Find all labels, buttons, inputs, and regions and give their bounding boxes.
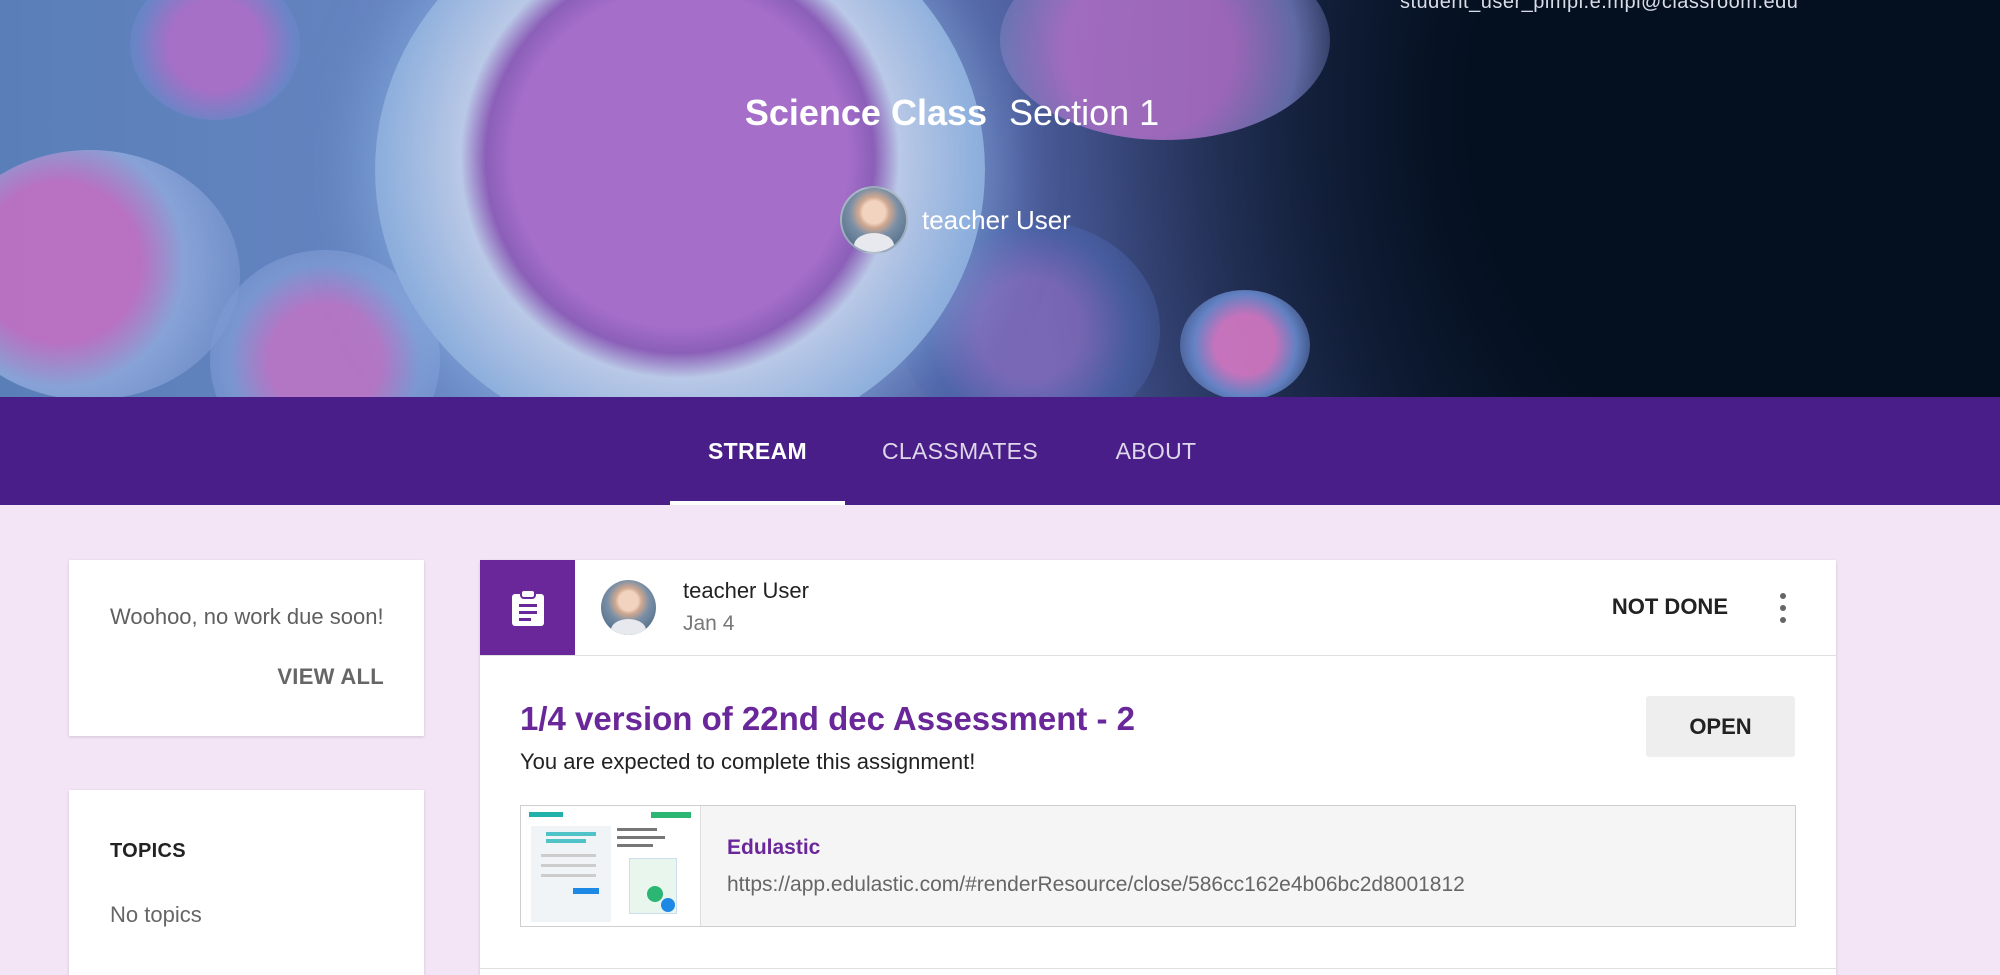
teacher-avatar	[840, 186, 908, 254]
assignment-description: You are expected to complete this assign…	[520, 749, 976, 774]
banner-cell-decoration	[0, 150, 240, 397]
class-teacher: teacher User	[840, 186, 1071, 254]
class-section: Section 1	[1009, 92, 1160, 133]
view-all-link[interactable]: VIEW ALL	[277, 664, 384, 690]
topics-empty: No topics	[110, 902, 202, 927]
class-nav: STREAM CLASSMATES ABOUT	[0, 397, 2000, 505]
banner-cell-decoration	[1180, 290, 1310, 397]
assignment-post: teacher User Jan 4 NOT DONE 1/4 version …	[480, 560, 1836, 975]
divider	[480, 968, 1836, 969]
post-author: teacher User	[683, 578, 809, 603]
attachment-name[interactable]: Edulastic	[727, 836, 820, 860]
class-title: Science Class Section 1	[0, 92, 1904, 134]
post-author-avatar	[601, 580, 656, 635]
topics-heading: TOPICS	[110, 840, 186, 862]
post-date: Jan 4	[683, 612, 735, 635]
open-button[interactable]: OPEN	[1646, 696, 1795, 757]
attachment-url[interactable]: https://app.edulastic.com/#renderResourc…	[727, 873, 1465, 897]
assignment-title[interactable]: 1/4 version of 22nd dec Assessment - 2	[520, 700, 1135, 738]
divider	[480, 655, 1836, 656]
tab-classmates[interactable]: CLASSMATES	[865, 397, 1055, 505]
tab-stream[interactable]: STREAM	[670, 397, 845, 505]
assignment-icon	[480, 560, 575, 655]
class-name: Science Class	[744, 92, 988, 133]
attachment-thumbnail	[521, 806, 701, 926]
status-badge: NOT DONE	[1611, 594, 1728, 619]
teacher-name: teacher User	[922, 204, 1071, 235]
class-banner: student_user_pimpl.e.mpl@classroom.edu S…	[0, 0, 2000, 397]
account-email[interactable]: student_user_pimpl.e.mpl@classroom.edu	[1400, 0, 1798, 14]
tab-about[interactable]: ABOUT	[1100, 397, 1212, 505]
upcoming-card: Woohoo, no work due soon! VIEW ALL	[69, 560, 424, 736]
topics-card: TOPICS No topics	[69, 790, 424, 975]
more-options-icon[interactable]	[1778, 591, 1788, 625]
upcoming-message: Woohoo, no work due soon!	[110, 604, 384, 629]
attachment-card[interactable]: Edulastic https://app.edulastic.com/#ren…	[520, 805, 1796, 927]
